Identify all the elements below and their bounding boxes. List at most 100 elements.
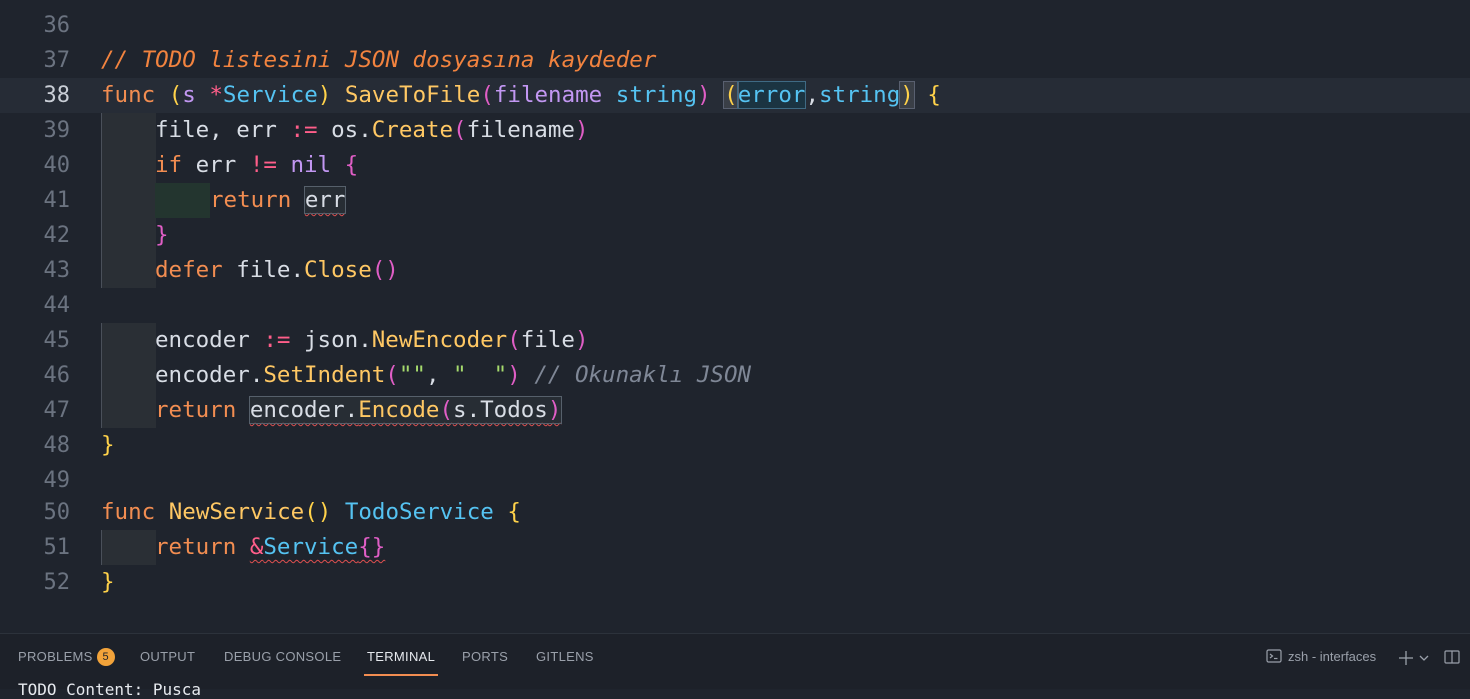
token-type: TodoService (344, 499, 494, 525)
token-type: Service (222, 82, 318, 108)
code-line[interactable]: 51 return &Service{} (0, 530, 1470, 565)
code-line[interactable]: 42 } (0, 218, 1470, 253)
token-keyword: func (101, 82, 156, 108)
token-bracket: ( (155, 82, 183, 108)
token-function: SaveToFile (344, 82, 481, 108)
code-text: // TODO listesini JSON dosyasına kaydede… (101, 43, 656, 78)
token-ident: os. (317, 117, 372, 143)
plus-icon[interactable] (1398, 650, 1414, 666)
token-operator: * (195, 82, 223, 108)
line-number: 42 (43, 223, 71, 248)
code-line[interactable]: 45 encoder := json.NewEncoder(file) (0, 323, 1470, 358)
code-line[interactable]: 40 if err != nil { (0, 148, 1470, 183)
tab-problems[interactable]: PROBLEMS 5 (18, 644, 115, 674)
token-bracket: ) (507, 362, 521, 388)
line-number: 52 (43, 570, 71, 595)
token-function: SetIndent (263, 362, 386, 388)
token-bracket: { (344, 152, 359, 178)
code-text: return &Service{} (155, 530, 385, 565)
line-number: 49 (43, 468, 71, 493)
token-bracket: () (304, 499, 332, 525)
token-bracket: { (493, 499, 521, 525)
code-text: encoder := json.NewEncoder(file) (155, 323, 589, 358)
token-bracket: } (101, 432, 115, 458)
code-line[interactable]: 48 } (0, 428, 1470, 463)
tab-output[interactable]: OUTPUT (140, 644, 195, 674)
token-ident: file, err (155, 117, 291, 143)
token-bracket: ( (507, 327, 521, 353)
token-function: NewEncoder (371, 327, 508, 353)
tab-label: GITLENS (536, 649, 594, 664)
token-receiver: s (182, 82, 196, 108)
token-comma: , (805, 82, 819, 108)
line-number: 47 (43, 398, 71, 423)
token-bracket: ( (453, 117, 467, 143)
token-ident-error: err (303, 186, 347, 214)
token-keyword: if (155, 152, 183, 178)
chevron-down-icon[interactable] (1418, 652, 1430, 664)
tab-label: PROBLEMS (18, 649, 93, 664)
tab-terminal[interactable]: TERMINAL (364, 644, 439, 676)
token-type: string (615, 82, 698, 108)
token-bracket: () (371, 257, 399, 283)
code-text: file, err := os.Create(filename) (155, 113, 589, 148)
token-operator: := (263, 327, 291, 353)
code-text: func NewService() TodoService { (101, 495, 521, 530)
line-number: 38 (43, 83, 71, 108)
line-number: 39 (43, 118, 71, 143)
token-param: filename (493, 82, 603, 108)
token-constant: nil (276, 152, 345, 178)
token-operator: := (290, 117, 318, 143)
tab-ports[interactable]: PORTS (462, 644, 508, 674)
token-bracket: ( (439, 397, 454, 423)
token-comma: , (425, 362, 454, 388)
code-line[interactable]: 39 file, err := os.Create(filename) (0, 113, 1470, 148)
terminal-icon (1266, 649, 1282, 663)
terminal-selector[interactable]: zsh - interfaces (1266, 646, 1376, 668)
token-keyword: defer (155, 257, 223, 283)
split-panel-icon[interactable] (1444, 649, 1460, 665)
token-ident: encoder (155, 327, 264, 353)
code-editor[interactable]: 36 37 // TODO listesini JSON dosyasına k… (0, 0, 1470, 633)
tab-gitlens[interactable]: GITLENS (536, 644, 594, 674)
problems-count-badge: 5 (96, 648, 115, 666)
token-ident: filename (466, 117, 575, 143)
token-bracket: ( (385, 362, 399, 388)
terminal-name: zsh - interfaces (1288, 649, 1377, 664)
token-ident: file (520, 327, 575, 353)
token-keyword: func (101, 499, 156, 525)
code-text: } (101, 428, 115, 463)
code-line[interactable]: 36 (0, 8, 1470, 43)
token-ident-error: encoder. (249, 397, 359, 423)
code-text: encoder.SetIndent("", " ") // Okunaklı J… (155, 358, 751, 393)
code-line[interactable]: 41 return err (0, 183, 1470, 218)
token-type-highlight: error (736, 81, 807, 109)
code-line[interactable]: 52 } (0, 565, 1470, 600)
token-bracket-match: ) (899, 81, 915, 109)
code-line[interactable]: 46 encoder.SetIndent("", " ") // Okunakl… (0, 358, 1470, 393)
code-line[interactable]: 47 return encoder.Encode(s.Todos) (0, 393, 1470, 428)
token-operator: != (249, 152, 277, 178)
code-line[interactable]: 50 func NewService() TodoService { (0, 495, 1470, 530)
tab-debug-console[interactable]: DEBUG CONSOLE (224, 644, 341, 674)
code-text: return encoder.Encode(s.Todos) (155, 393, 563, 428)
code-text: func (s *Service) SaveToFile(filename st… (101, 78, 941, 113)
terminal-output: TODO Content: Pusca (18, 680, 202, 699)
line-number: 50 (43, 500, 71, 525)
line-number: 51 (43, 535, 71, 560)
code-line[interactable]: 43 defer file.Close() (0, 253, 1470, 288)
token-ident: file. (222, 257, 305, 283)
tab-label: OUTPUT (140, 649, 196, 664)
code-line[interactable]: 44 (0, 288, 1470, 323)
code-line[interactable]: 49 (0, 463, 1470, 498)
token-bracket: ) (317, 82, 345, 108)
token-keyword: return (155, 534, 237, 560)
token-ident-error: s.Todos (453, 397, 548, 423)
code-line[interactable]: 37 // TODO listesini JSON dosyasına kayd… (0, 43, 1470, 78)
code-line-current[interactable]: 38 func (s *Service) SaveToFile(filename… (0, 78, 1470, 113)
token-bracket: ) (547, 397, 562, 423)
line-number: 40 (43, 153, 71, 178)
